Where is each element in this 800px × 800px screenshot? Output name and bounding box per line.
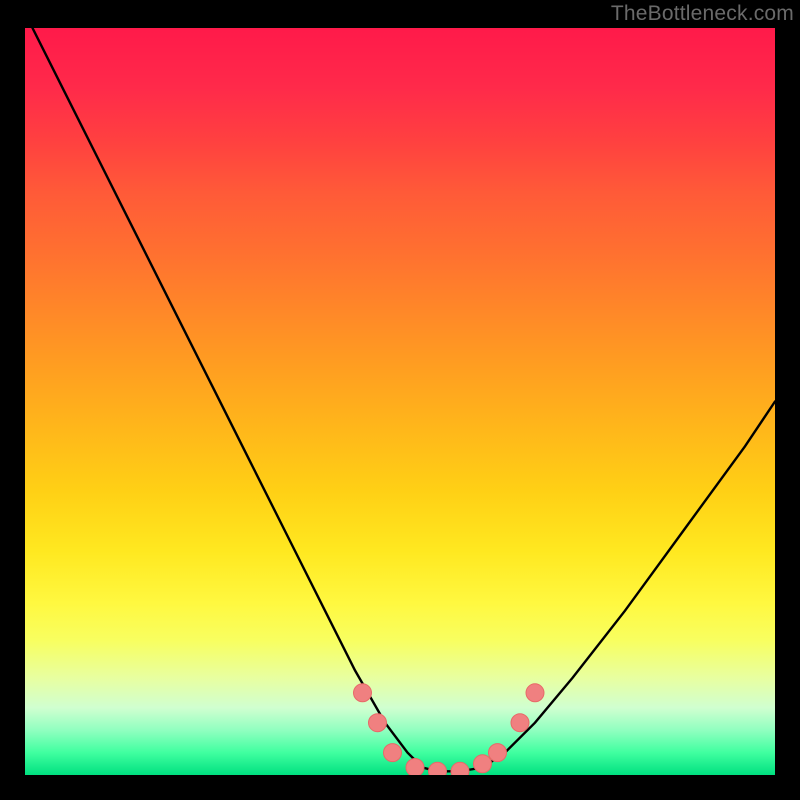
marker-point	[369, 714, 387, 732]
plot-area	[25, 28, 775, 775]
marker-point	[384, 744, 402, 762]
marker-point	[429, 762, 447, 775]
highlight-markers	[25, 28, 775, 775]
bottleneck-curve	[25, 28, 775, 775]
marker-point	[474, 755, 492, 773]
marker-point	[406, 759, 424, 776]
marker-point	[354, 684, 372, 702]
marker-point	[526, 684, 544, 702]
marker-point	[511, 714, 529, 732]
marker-point	[489, 744, 507, 762]
chart-frame: TheBottleneck.com	[0, 0, 800, 800]
marker-point	[451, 762, 469, 775]
watermark-text: TheBottleneck.com	[611, 2, 794, 26]
